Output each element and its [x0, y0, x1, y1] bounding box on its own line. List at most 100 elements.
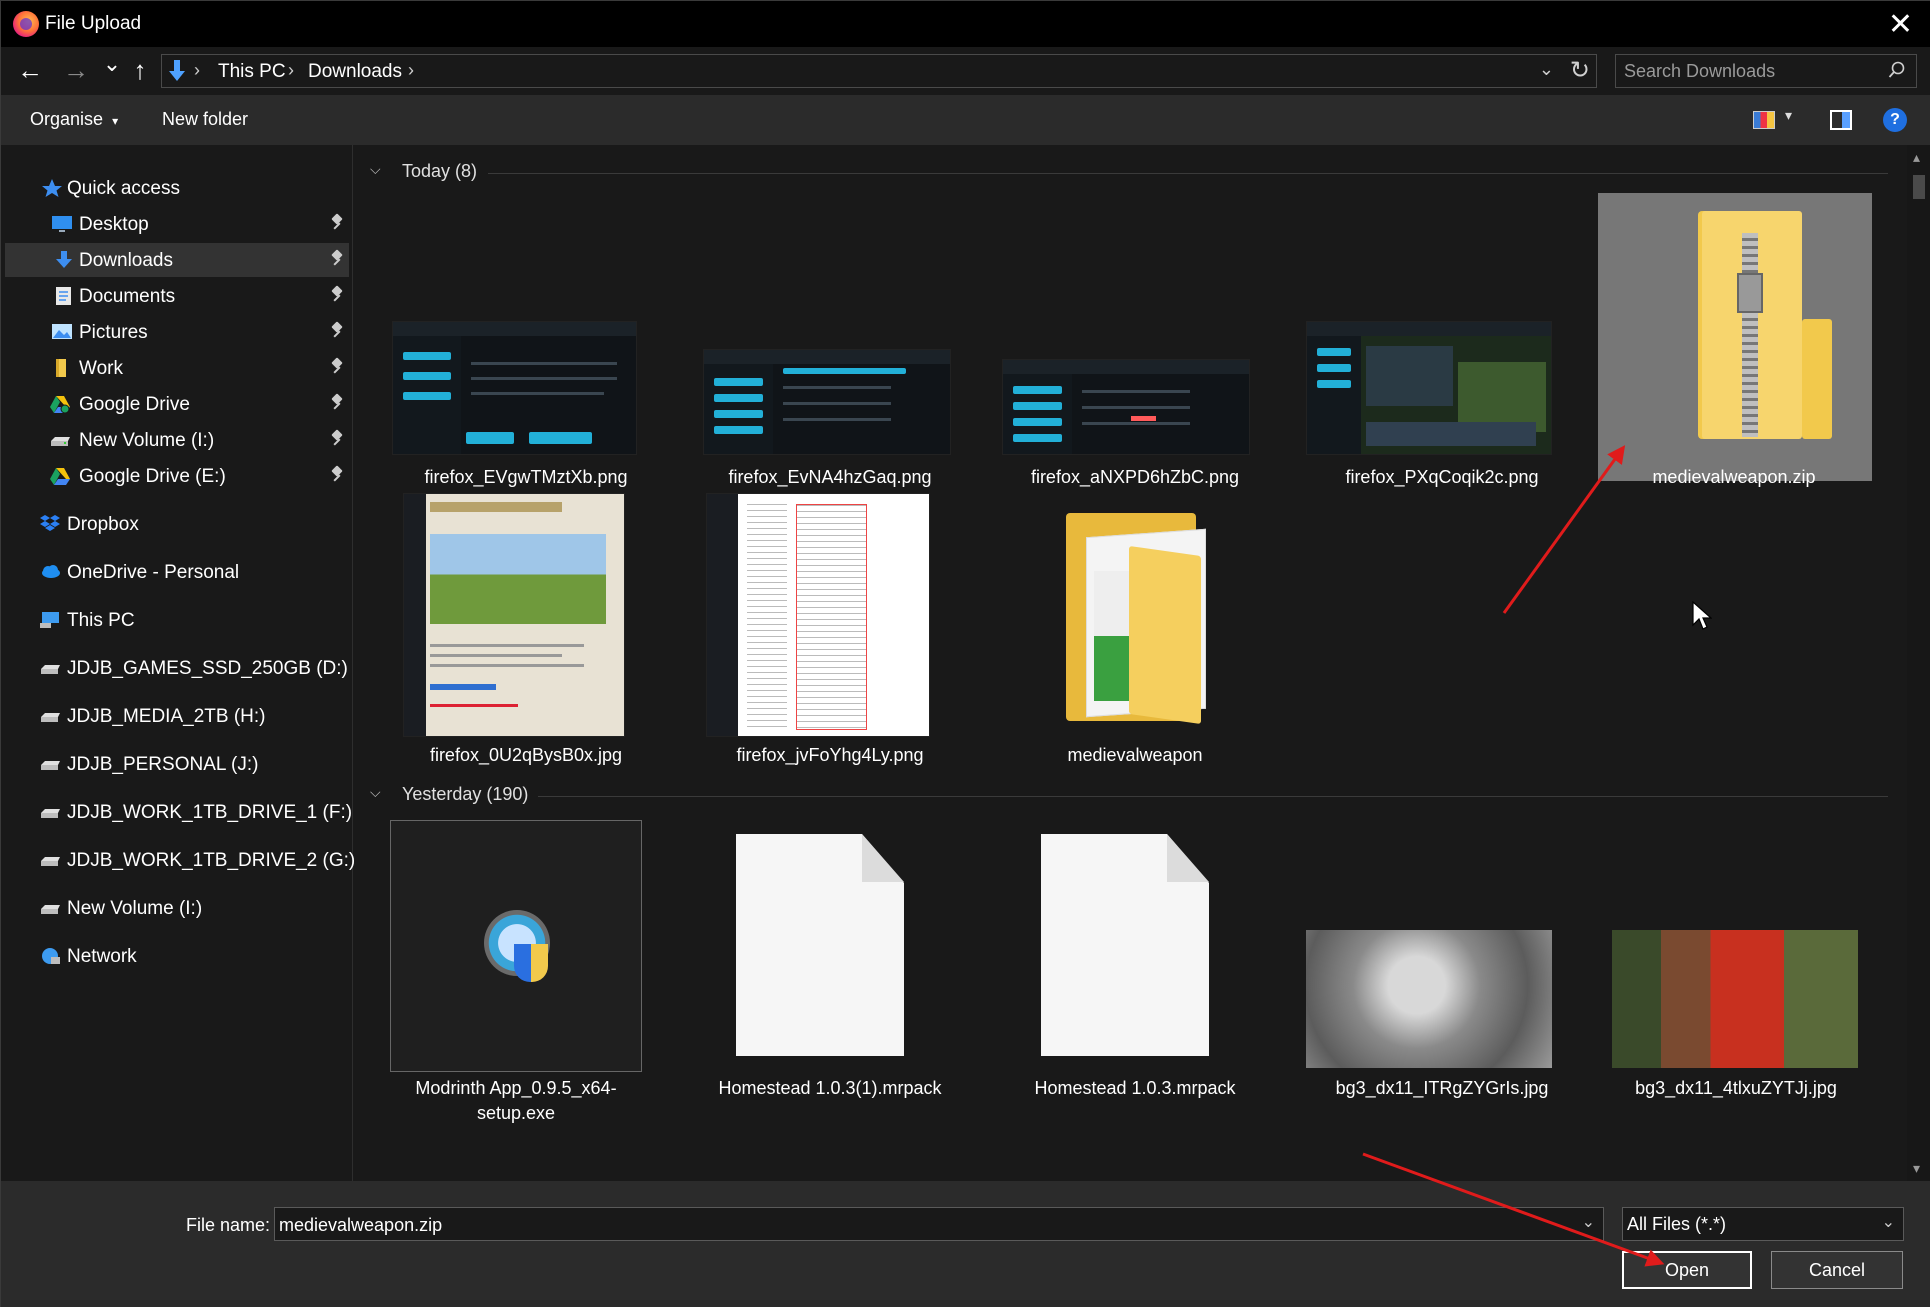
document-thumbnail — [706, 493, 930, 737]
search-box[interactable] — [1615, 54, 1917, 88]
sidebar-item-label: JDJB_MEDIA_2TB (H:) — [67, 706, 266, 727]
file-name-field[interactable]: ⌄ — [274, 1207, 1604, 1241]
file-list[interactable]: ⌵ Today (8) firefox_EVgwTMztXb.png firef… — [354, 145, 1907, 1181]
sidebar-item-desktop[interactable]: Desktop — [5, 207, 349, 241]
sidebar-item-quick-access[interactable]: Quick access — [5, 171, 349, 205]
recent-locations-button[interactable]: ⌄ — [97, 51, 127, 77]
sidebar-item-google-drive[interactable]: Google Drive — [5, 387, 349, 421]
scroll-down-icon[interactable]: ▾ — [1913, 1160, 1920, 1177]
address-bar[interactable]: › This PC › Downloads › ⌄ ↻ — [161, 54, 1597, 88]
zip-folder-flap — [1802, 319, 1832, 439]
file-tile[interactable]: Modrinth App_0.9.5_x64-setup.exe — [390, 820, 662, 1123]
change-view-icon[interactable] — [1753, 111, 1775, 129]
view-options-dropdown-icon[interactable]: ▾ — [1785, 107, 1792, 124]
preview-pane-icon[interactable] — [1830, 110, 1852, 130]
breadcrumb-downloads[interactable]: Downloads — [308, 61, 402, 83]
pin-icon[interactable] — [331, 287, 343, 303]
sidebar-item-this-pc[interactable]: This PC — [5, 603, 349, 637]
sidebar-item-google-drive-e[interactable]: Google Drive (E:) — [5, 459, 349, 493]
file-name: Homestead 1.0.3(1).mrpack — [718, 1078, 942, 1098]
sidebar-item-documents[interactable]: Documents — [5, 279, 349, 313]
collapse-chevron-icon[interactable]: ⌵ — [370, 161, 381, 178]
sidebar-item-downloads[interactable]: Downloads — [5, 243, 349, 277]
file-tile[interactable]: firefox_EvNA4hzGaq.png — [694, 193, 966, 487]
screenshot-thumbnail — [1306, 321, 1552, 455]
file-tile[interactable]: firefox_jvFoYhg4Ly.png — [694, 481, 966, 781]
sidebar-item-onedrive[interactable]: OneDrive - Personal — [5, 555, 349, 589]
pin-icon[interactable] — [331, 431, 343, 447]
network-icon — [42, 948, 60, 964]
drive-icon — [51, 437, 70, 446]
pictures-icon — [52, 324, 72, 339]
sidebar-item-drive-d[interactable]: JDJB_GAMES_SSD_250GB (D:) — [5, 651, 349, 685]
close-icon[interactable]: ✕ — [1888, 7, 1913, 42]
sidebar-item-pictures[interactable]: Pictures — [5, 315, 349, 349]
organise-button[interactable]: Organise ▾ — [30, 109, 118, 130]
new-folder-button[interactable]: New folder — [162, 109, 248, 130]
file-tile[interactable]: firefox_0U2qBysB0x.jpg — [390, 481, 662, 781]
collapse-chevron-icon[interactable]: ⌵ — [370, 784, 381, 801]
file-name-input[interactable] — [279, 1213, 1559, 1237]
search-icon[interactable] — [1888, 61, 1906, 79]
file-name: bg3_dx11_ITRgZYGrIs.jpg — [1335, 1078, 1549, 1098]
pin-icon[interactable] — [331, 215, 343, 231]
breadcrumb-separator: › — [288, 60, 294, 80]
sidebar-item-drive-j[interactable]: JDJB_PERSONAL (J:) — [5, 747, 349, 781]
sidebar-item-label: Google Drive — [79, 394, 190, 415]
file-tile[interactable]: bg3_dx11_ITRgZYGrIs.jpg — [1306, 820, 1578, 1100]
star-icon — [42, 179, 62, 197]
address-row: ← → ⌄ ↑ › This PC › Downloads › ⌄ ↻ — [1, 47, 1930, 95]
refresh-icon[interactable]: ↻ — [1570, 56, 1590, 85]
file-tile[interactable]: firefox_aNXPD6hZbC.png — [999, 193, 1271, 487]
sidebar-item-label: Network — [67, 946, 137, 967]
cancel-button[interactable]: Cancel — [1771, 1251, 1903, 1289]
file-tile[interactable]: bg3_dx11_4tlxuZYTJj.jpg — [1600, 820, 1872, 1100]
pin-icon[interactable] — [331, 359, 343, 375]
sidebar-item-label: Quick access — [67, 178, 180, 199]
sidebar-item-drive-g[interactable]: JDJB_WORK_1TB_DRIVE_2 (G:) — [5, 843, 355, 877]
file-name: medievalweapon — [1067, 745, 1203, 765]
scroll-up-icon[interactable]: ▴ — [1913, 149, 1920, 166]
sidebar-item-drive-f[interactable]: JDJB_WORK_1TB_DRIVE_1 (F:) — [5, 795, 352, 829]
pin-icon[interactable] — [331, 251, 343, 267]
help-icon[interactable]: ? — [1883, 108, 1907, 132]
sidebar-item-drive-h[interactable]: JDJB_MEDIA_2TB (H:) — [5, 699, 349, 733]
sidebar-item-work[interactable]: Work — [5, 351, 349, 385]
sidebar-item-new-volume[interactable]: New Volume (I:) — [5, 891, 349, 925]
file-tile[interactable]: firefox_PXqCoqik2c.png — [1306, 193, 1578, 487]
photo-thumbnail-grey — [1306, 930, 1552, 1068]
back-button[interactable]: ← — [15, 55, 45, 86]
search-input[interactable] — [1624, 59, 1874, 83]
group-header-today[interactable]: ⌵ Today (8) — [368, 159, 1898, 187]
up-button[interactable]: ↑ — [125, 55, 155, 86]
file-tile-selected[interactable]: medievalweapon.zip — [1598, 193, 1872, 487]
open-button[interactable]: Open — [1622, 1251, 1752, 1289]
address-dropdown-icon[interactable]: ⌄ — [1539, 59, 1554, 80]
file-tile[interactable]: Homestead 1.0.3(1).mrpack — [694, 820, 966, 1100]
sidebar-item-new-volume-pinned[interactable]: New Volume (I:) — [5, 423, 349, 457]
file-name: medievalweapon.zip — [1652, 467, 1816, 487]
file-tile[interactable]: medievalweapon — [999, 481, 1271, 781]
sidebar-item-label: Work — [79, 358, 123, 379]
organise-dropdown-icon: ▾ — [112, 114, 119, 128]
pin-icon[interactable] — [331, 395, 343, 411]
sidebar-item-dropbox[interactable]: Dropbox — [5, 507, 349, 541]
pin-icon[interactable] — [331, 467, 343, 483]
file-tile[interactable]: Homestead 1.0.3.mrpack — [999, 820, 1271, 1100]
chevron-down-icon[interactable]: ⌄ — [1582, 1212, 1595, 1232]
pin-icon[interactable] — [331, 323, 343, 339]
scrollbar-thumb[interactable] — [1913, 175, 1925, 199]
file-type-select[interactable]: All Files (*.*) ⌄ — [1622, 1207, 1904, 1241]
sidebar-item-label: OneDrive - Personal — [67, 562, 240, 583]
vertical-scrollbar[interactable]: ▴ ▾ — [1907, 145, 1930, 1181]
chevron-down-icon[interactable]: ⌄ — [1882, 1212, 1895, 1232]
file-tile[interactable]: firefox_EVgwTMztXb.png — [390, 193, 662, 487]
navigation-pane[interactable]: Quick access Desktop Downloads Documents… — [1, 145, 355, 1181]
drive-icon — [41, 665, 60, 674]
breadcrumb-this-pc[interactable]: This PC — [218, 61, 286, 83]
sidebar-item-network[interactable]: Network — [5, 939, 349, 973]
forward-button[interactable]: → — [61, 55, 91, 86]
mouse-cursor-icon — [1692, 601, 1712, 630]
sidebar-item-label: Desktop — [79, 214, 149, 235]
group-header-yesterday[interactable]: ⌵ Yesterday (190) — [368, 782, 1898, 810]
